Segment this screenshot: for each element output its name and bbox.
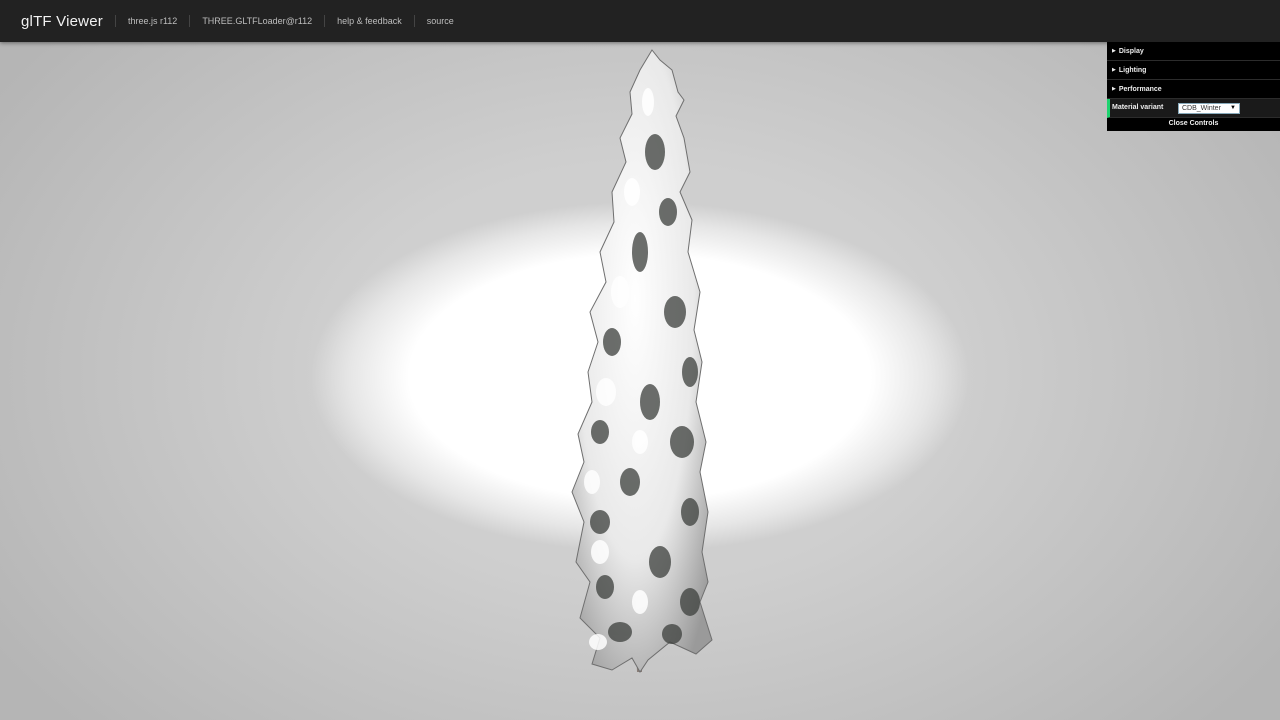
material-variant-label: Material variant xyxy=(1112,104,1164,111)
controls-panel: ▶ Display ▶ Lighting ▶ Performance Material… xyxy=(1107,42,1280,131)
dropdown-arrow-icon: ▼ xyxy=(1230,104,1236,111)
tree-model[interactable] xyxy=(0,42,1280,720)
close-controls-button[interactable]: Close Controls xyxy=(1107,118,1280,131)
material-variant-value: CDB_Winter xyxy=(1182,104,1221,112)
app-title[interactable]: glTF Viewer xyxy=(21,13,115,30)
folder-display-label: Display xyxy=(1118,48,1144,55)
collapsed-triangle-icon: ▶ xyxy=(1112,48,1116,54)
folder-display[interactable]: ▶ Display xyxy=(1107,42,1280,61)
folder-lighting[interactable]: ▶ Lighting xyxy=(1107,61,1280,80)
collapsed-triangle-icon: ▶ xyxy=(1112,86,1116,92)
collapsed-triangle-icon: ▶ xyxy=(1112,67,1116,73)
material-variant-row: Material variant CDB_Winter ▼ xyxy=(1107,99,1280,118)
material-variant-select[interactable]: CDB_Winter ▼ xyxy=(1178,102,1240,114)
nav-link-gltfloader[interactable]: THREE.GLTFLoader@r112 xyxy=(189,15,324,27)
nav-link-source[interactable]: source xyxy=(413,15,466,27)
folder-lighting-label: Lighting xyxy=(1118,67,1147,74)
top-header: glTF Viewer three.js r112 THREE.GLTFLoad… xyxy=(0,0,1280,42)
nav-link-help[interactable]: help & feedback xyxy=(324,15,414,27)
folder-performance-label: Performance xyxy=(1118,86,1162,93)
3d-viewport[interactable] xyxy=(0,42,1280,720)
folder-performance[interactable]: ▶ Performance xyxy=(1107,80,1280,99)
nav-link-threejs[interactable]: three.js r112 xyxy=(114,15,189,27)
